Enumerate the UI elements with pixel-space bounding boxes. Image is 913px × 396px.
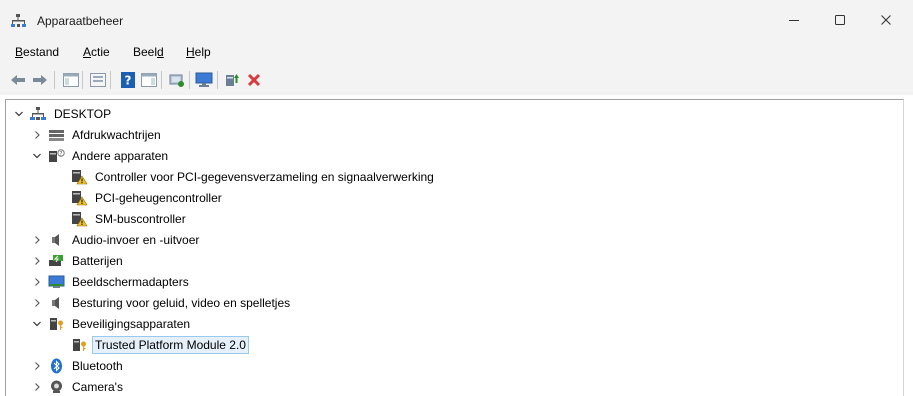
forward-button[interactable]: [30, 70, 50, 90]
chevron-down-icon[interactable]: [31, 318, 43, 330]
chevron-right-icon[interactable]: [31, 129, 43, 141]
toolbar-separator: [54, 71, 55, 89]
sound-controller-icon: [48, 295, 65, 311]
tree-node-label: Beeldschermadapters: [72, 274, 189, 289]
back-arrow-icon: [11, 75, 25, 85]
tree-child-pci-data-controller[interactable]: Controller voor PCI-gegevensverzameling …: [71, 166, 436, 187]
action-pane-icon: [141, 73, 157, 87]
tree-node-beveiligingsapparaten[interactable]: Beveiligingsapparaten: [31, 313, 192, 334]
action-pane-button[interactable]: [139, 70, 159, 90]
tree-node-sound-video-game[interactable]: Besturing voor geluid, video en spelletj…: [31, 292, 292, 313]
chevron-down-icon[interactable]: [31, 150, 43, 162]
camera-icon: [48, 379, 65, 395]
toolbar-separator: [189, 71, 190, 89]
unknown-device-warning-icon: [71, 169, 88, 185]
toolbar-separator: [110, 71, 111, 89]
tree-node-label: Bluetooth: [72, 358, 123, 373]
monitor-button[interactable]: [194, 70, 214, 90]
tree-node-audio[interactable]: Audio-invoer en -uitvoer: [31, 229, 201, 250]
svg-text:?: ?: [125, 74, 132, 88]
menu-beeld[interactable]: Beeld: [133, 45, 164, 59]
minimize-button[interactable]: [771, 0, 817, 40]
tree-node-batterijen[interactable]: Batterijen: [31, 250, 125, 271]
menu-actie[interactable]: Actie: [83, 45, 110, 59]
menu-help[interactable]: Help: [186, 45, 211, 59]
tree-root-desktop[interactable]: DESKTOP: [13, 103, 113, 124]
show-hide-console-tree-icon: [63, 73, 79, 87]
chevron-right-icon[interactable]: [31, 255, 43, 267]
tree-child-tpm[interactable]: Trusted Platform Module 2.0: [71, 334, 249, 355]
other-devices-icon: ?: [48, 148, 65, 164]
chevron-right-icon[interactable]: [31, 297, 43, 309]
monitor-icon: [195, 72, 213, 87]
unknown-device-warning-icon: [71, 190, 88, 206]
close-icon: [881, 15, 891, 25]
tree-child-sm-bus-controller[interactable]: SM-buscontroller: [71, 208, 188, 229]
tree-root-label: DESKTOP: [54, 106, 112, 121]
tree-node-label: Controller voor PCI-gegevensverzameling …: [95, 169, 434, 184]
tree-node-label: Trusted Platform Module 2.0: [92, 335, 249, 354]
tree-node-label: Beveiligingsapparaten: [72, 316, 191, 331]
chevron-right-icon[interactable]: [31, 360, 43, 372]
menu-bar: Bestand Actie Beeld Help: [0, 40, 913, 65]
bluetooth-icon: [48, 358, 65, 374]
help-icon: ?: [121, 72, 135, 88]
update-driver-button[interactable]: [222, 70, 242, 90]
back-button[interactable]: [8, 70, 28, 90]
speaker-icon: [48, 232, 65, 248]
security-device-icon: [71, 337, 88, 353]
computer-network-icon: [30, 106, 47, 122]
unknown-device-warning-icon: [71, 211, 88, 227]
window-title: Apparaatbeheer: [37, 14, 124, 28]
chevron-down-icon[interactable]: [13, 108, 25, 120]
svg-text:?: ?: [59, 150, 62, 157]
help-button[interactable]: ?: [118, 70, 138, 90]
scan-hardware-icon: [169, 74, 184, 87]
show-hide-console-tree-button[interactable]: [61, 70, 81, 90]
tree-node-beeldschermadapters[interactable]: Beeldschermadapters: [31, 271, 191, 292]
tree-node-afdrukwachtrijen[interactable]: Afdrukwachtrijen: [31, 124, 163, 145]
tree-child-pci-memory-controller[interactable]: PCI-geheugencontroller: [71, 187, 224, 208]
chevron-right-icon[interactable]: [31, 381, 43, 393]
printer-queue-icon: [48, 127, 65, 143]
properties-button[interactable]: [88, 70, 108, 90]
toolbar-separator: [161, 71, 162, 89]
menu-bestand[interactable]: Bestand: [15, 45, 59, 59]
tree-node-label: Andere apparaten: [72, 148, 169, 163]
forward-arrow-icon: [33, 75, 47, 85]
toolbar-separator: [82, 71, 83, 89]
tree-node-label: Audio-invoer en -uitvoer: [72, 232, 200, 247]
maximize-icon: [835, 15, 845, 25]
title-bar: Apparaatbeheer: [0, 0, 913, 40]
uninstall-device-icon: [247, 73, 261, 87]
chevron-right-icon[interactable]: [31, 234, 43, 246]
toolbar: ?: [0, 65, 913, 95]
device-manager-icon: [11, 13, 29, 29]
properties-icon: [90, 73, 106, 87]
minimize-icon: [789, 20, 799, 21]
tree-node-bluetooth[interactable]: Bluetooth: [31, 355, 125, 376]
tree-node-label: Camera's: [72, 379, 123, 394]
tree-node-label: PCI-geheugencontroller: [95, 190, 222, 205]
tree-node-label: Batterijen: [72, 253, 123, 268]
maximize-button[interactable]: [817, 0, 863, 40]
battery-icon: [48, 253, 65, 269]
close-button[interactable]: [863, 0, 909, 40]
scan-hardware-button[interactable]: [167, 70, 187, 90]
tree-node-label: Afdrukwachtrijen: [72, 127, 161, 142]
toolbar-separator: [217, 71, 218, 89]
tree-node-cameras[interactable]: Camera's: [31, 376, 125, 396]
tree-node-andere-apparaten[interactable]: ? Andere apparaten: [31, 145, 170, 166]
update-driver-icon: [226, 74, 239, 86]
chevron-right-icon[interactable]: [31, 276, 43, 288]
display-adapter-icon: [48, 274, 65, 290]
security-device-icon: [48, 316, 65, 332]
tree-node-label: SM-buscontroller: [95, 211, 186, 226]
uninstall-device-button[interactable]: [244, 70, 264, 90]
tree-node-label: Besturing voor geluid, video en spelletj…: [72, 295, 291, 310]
